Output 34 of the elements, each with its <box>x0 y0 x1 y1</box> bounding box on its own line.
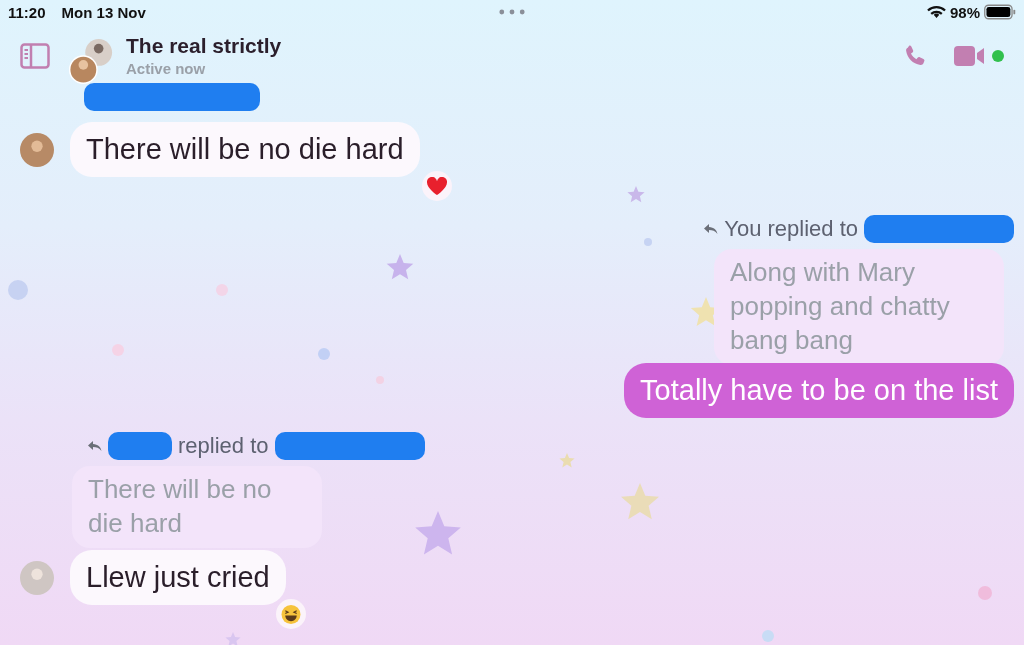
active-status: Active now <box>126 59 207 77</box>
reaction-badge[interactable] <box>422 171 452 201</box>
wallpaper-star <box>386 254 414 280</box>
message-bubble[interactable]: Llew just cried <box>70 550 286 605</box>
wallpaper-dot <box>644 238 652 246</box>
status-date: Mon 13 Nov <box>61 3 146 21</box>
avatar[interactable] <box>20 560 54 595</box>
reply-label: You replied to <box>724 216 858 242</box>
reaction-badge[interactable] <box>276 599 306 629</box>
message-bubble[interactable]: There will be no die hard <box>70 122 420 177</box>
sidebar-icon[interactable] <box>20 43 50 69</box>
wallpaper-star <box>559 453 575 468</box>
reply-arrow-icon <box>88 440 102 452</box>
wallpaper-star <box>415 511 461 555</box>
wallpaper-dot <box>8 280 28 300</box>
group-avatar[interactable] <box>68 39 114 85</box>
multitasking-dots-icon[interactable] <box>499 9 525 15</box>
reply-label: replied to <box>178 433 269 459</box>
heart-icon <box>427 176 447 196</box>
wifi-icon <box>926 5 946 19</box>
wallpaper-star <box>621 483 659 520</box>
video-call-icon[interactable] <box>954 45 986 67</box>
chat-title[interactable]: The real strictly <box>126 33 282 58</box>
wallpaper-dot <box>318 348 330 360</box>
status-time: 11:20 <box>8 3 46 21</box>
wallpaper-star <box>627 186 645 203</box>
avatar[interactable] <box>20 132 54 167</box>
battery-percent: 98% <box>949 3 980 21</box>
reply-arrow-icon <box>704 223 719 235</box>
laughing-face-icon <box>281 604 301 624</box>
wallpaper-dot <box>978 586 992 600</box>
battery-icon <box>984 4 1016 20</box>
redaction-mark <box>108 432 172 460</box>
wallpaper-dot <box>762 630 774 642</box>
